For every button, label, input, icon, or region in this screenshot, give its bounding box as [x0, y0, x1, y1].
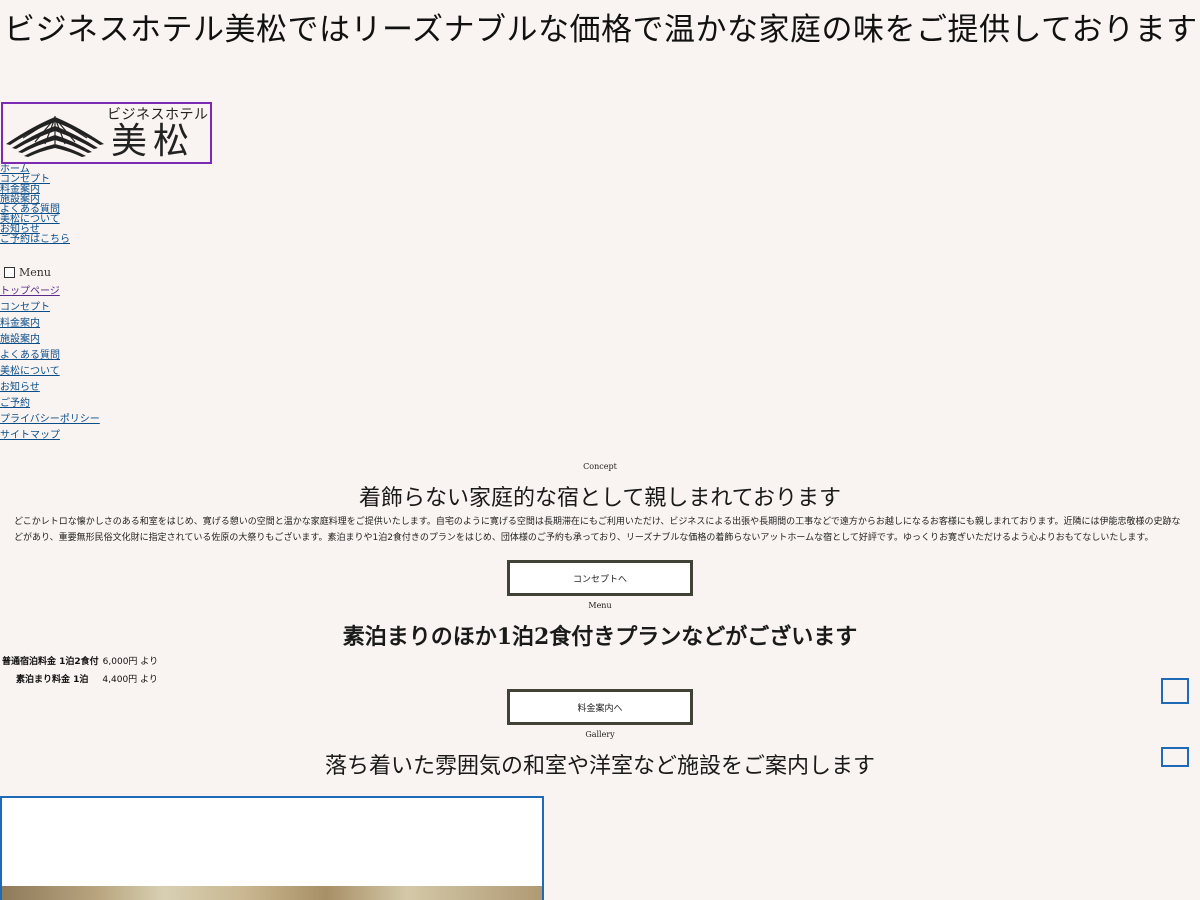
- concept-label: Concept: [583, 462, 617, 471]
- concept-heading: 着飾らない家庭的な宿として親しまれております: [358, 486, 842, 511]
- concept-body: どこかレトロな懐かしさのある和室をはじめ、寛げる憩いの空間と温かな家庭料理をご提…: [14, 517, 1181, 543]
- site-title: ビジネスホテル美松ではリーズナブルな価格で温かな家庭の味をご提供しております: [4, 12, 1198, 48]
- main-nav-privacy[interactable]: プライバシーポリシー: [0, 412, 100, 428]
- price-name: 普通宿泊料金 1泊2食付: [2, 657, 99, 667]
- price-row: 普通宿泊料金 1泊2食付 6,000円 より: [2, 655, 158, 673]
- main-nav-faq[interactable]: よくある質問: [0, 348, 100, 364]
- price-list: 普通宿泊料金 1泊2食付 6,000円 より 素泊まり料金 1泊 4,400円 より: [2, 655, 158, 691]
- price-amount: 4,400円 より: [102, 675, 158, 685]
- top-nav: ホーム コンセプト 料金案内 施設案内 よくある質問 美松について お知らせ ご…: [0, 165, 70, 245]
- top-nav-reserve[interactable]: ご予約はこちら: [0, 235, 70, 245]
- pine-tree-icon: [6, 116, 104, 157]
- menu-toggle-label: Menu: [19, 266, 51, 279]
- gallery-heading: 落ち着いた雰囲気の和室や洋室など施設をご案内します: [324, 754, 875, 779]
- main-nav-top[interactable]: トップページ: [0, 284, 100, 300]
- gallery-slider[interactable]: [0, 796, 544, 900]
- main-nav-facility[interactable]: 施設案内: [0, 332, 100, 348]
- main-nav-concept[interactable]: コンセプト: [0, 300, 100, 316]
- main-nav-reserve[interactable]: ご予約: [0, 396, 100, 412]
- price-button[interactable]: 料金案内へ: [507, 689, 693, 725]
- logo-name: 美松: [111, 121, 196, 162]
- gallery-image: [2, 886, 542, 900]
- main-nav-news[interactable]: お知らせ: [0, 380, 100, 396]
- price-name: 素泊まり料金 1泊: [16, 675, 89, 685]
- main-nav-price[interactable]: 料金案内: [0, 316, 100, 332]
- menu-toggle[interactable]: Menu: [4, 266, 51, 279]
- main-nav: トップページ コンセプト 料金案内 施設案内 よくある質問 美松について お知ら…: [0, 284, 100, 444]
- price-row: 素泊まり料金 1泊 4,400円 より: [2, 673, 158, 691]
- side-reserve-button[interactable]: [1161, 678, 1189, 704]
- main-nav-about[interactable]: 美松について: [0, 364, 100, 380]
- main-nav-sitemap[interactable]: サイトマップ: [0, 428, 100, 444]
- menu-label: Menu: [588, 601, 612, 610]
- site-logo[interactable]: ビジネスホテル 美松: [1, 102, 212, 164]
- checkbox-icon[interactable]: [4, 267, 15, 278]
- price-amount: 6,000円 より: [102, 657, 159, 667]
- menu-heading: 素泊まりのほか1泊2食付きプランなどがございます: [342, 624, 858, 650]
- gallery-label: Gallery: [585, 730, 615, 739]
- page: ビジネスホテル美松ではリーズナブルな価格で温かな家庭の味をご提供しております ビ…: [0, 0, 1200, 900]
- concept-button[interactable]: コンセプトへ: [507, 560, 693, 596]
